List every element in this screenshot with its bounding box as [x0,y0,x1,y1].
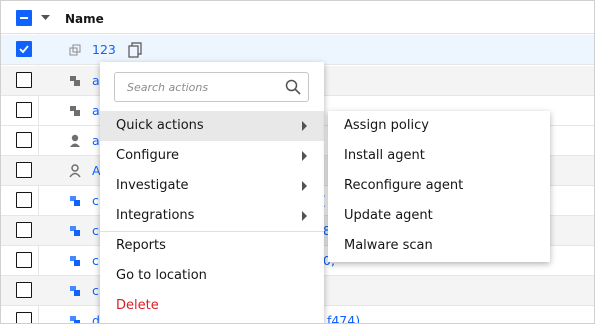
column-header-name[interactable]: Name [65,12,104,26]
submenu-arrow-icon [302,211,307,221]
row-checkbox[interactable] [16,72,32,88]
row-name-link[interactable]: c [92,253,99,268]
submenu-item-install-agent[interactable]: Install agent [328,141,550,171]
expand-all-chevron-icon[interactable] [41,15,50,21]
menu-item-label: Reports [116,238,166,253]
group-copy-icon [69,44,81,56]
submenu-arrow-icon [302,181,307,191]
menu-item-label: Configure [116,148,180,163]
submenu-item-reconfigure-agent[interactable]: Reconfigure agent [328,171,550,201]
table-row[interactable]: 123 [1,35,594,65]
row-checkbox[interactable] [16,41,32,57]
submenu-item-label: Malware scan [344,238,433,253]
row-name-link[interactable]: a [92,73,100,88]
row-checkbox[interactable] [16,312,32,323]
submenu-arrow-icon [302,121,307,131]
menu-item-label: Investigate [116,178,189,193]
menu-item-configure[interactable]: Configure [100,141,324,171]
menu-item-quick-actions[interactable]: Quick actions [100,111,324,141]
row-name-link[interactable]: c [92,223,99,238]
submenu-item-label: Assign policy [344,118,429,133]
user-group-icon [69,164,81,178]
multi-device-icon [70,316,80,323]
row-name-link[interactable]: 123 [92,42,116,57]
menu-item-label: Delete [116,298,159,313]
row-name-link[interactable]: a [92,103,100,118]
menu-item-label: Integrations [116,208,195,223]
menu-item-reports[interactable]: Reports [100,231,324,261]
menu-item-delete[interactable]: Delete [100,291,324,321]
multi-device-icon [70,76,80,86]
row-name-link[interactable]: a [92,133,100,148]
row-checkbox[interactable] [16,162,32,178]
user-icon [70,134,80,147]
menu-item-integrations[interactable]: Integrations [100,201,324,231]
row-name-link[interactable]: c [92,283,99,298]
multi-device-icon [70,256,80,266]
asset-table-panel: Name 123 a a a A c c 8 c c d 1f474) Sear… [0,0,595,324]
multi-device-icon [70,226,80,236]
copy-icon[interactable] [128,42,142,58]
row-checkbox[interactable] [16,102,32,118]
search-actions-field[interactable]: Search actions [114,72,309,102]
submenu-item-assign-policy[interactable]: Assign policy [328,111,550,141]
multi-device-icon [70,106,80,116]
row-name-link-tail[interactable]: 1f474) [319,313,360,323]
submenu-item-label: Update agent [344,208,433,223]
search-icon [285,79,301,95]
table-header: Name [1,1,594,34]
row-checkbox[interactable] [16,282,32,298]
submenu-arrow-icon [302,151,307,161]
submenu-item-malware-scan[interactable]: Malware scan [328,231,550,261]
row-name-link[interactable]: c [92,193,99,208]
submenu-item-label: Reconfigure agent [344,178,464,193]
row-checkbox[interactable] [16,222,32,238]
row-checkbox[interactable] [16,192,32,208]
context-menu: Search actions Quick actions Configure I… [100,62,324,323]
submenu-item-label: Install agent [344,148,425,163]
submenu-item-update-agent[interactable]: Update agent [328,201,550,231]
search-actions-placeholder: Search actions [127,81,209,94]
row-checkbox[interactable] [16,132,32,148]
row-checkbox[interactable] [16,252,32,268]
quick-actions-submenu: Assign policy Install agent Reconfigure … [328,111,550,262]
select-all-checkbox[interactable] [16,10,32,26]
menu-item-label: Go to location [116,268,207,283]
multi-device-icon [70,286,80,296]
menu-item-investigate[interactable]: Investigate [100,171,324,201]
row-name-link[interactable]: d [92,313,100,323]
menu-item-label: Quick actions [116,118,204,133]
multi-device-icon [70,196,80,206]
menu-item-go-to-location[interactable]: Go to location [100,261,324,291]
